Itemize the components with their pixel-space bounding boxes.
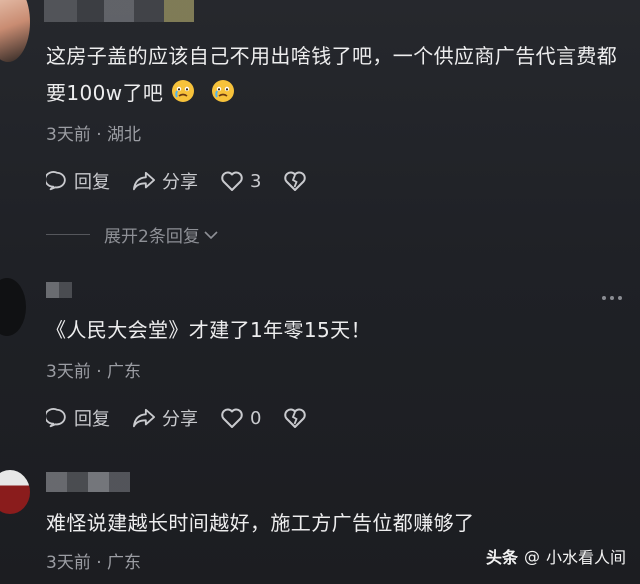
chevron-down-icon [204, 230, 218, 239]
comment-text: 这房子盖的应该自己不用出啥钱了吧，一个供应商广告代言费都要100w了吧 [46, 38, 622, 112]
expand-replies-button[interactable]: 展开2条回复 [46, 222, 219, 247]
reply-label: 回复 [74, 172, 110, 193]
comment-actions: 回复 分享 0 [46, 405, 335, 431]
share-icon [133, 408, 155, 428]
comment-text: 《人民大会堂》才建了1年零15天！ [46, 312, 622, 349]
reply-icon [46, 171, 66, 191]
broken-heart-icon [284, 408, 307, 428]
username-blurred[interactable] [44, 0, 194, 22]
expand-replies-label: 展开2条回复 [104, 227, 200, 247]
crying-face-icon [171, 78, 195, 102]
comment-actions: 回复 分享 3 [46, 168, 335, 194]
watermark-brand: 头条 [485, 548, 518, 567]
comment-text: 难怪说建越长时间越好，施工方广告位都赚够了 [46, 505, 622, 542]
reply-button[interactable]: 回复 [46, 168, 110, 194]
watermark: 头条 @ 小水看人间 [486, 544, 626, 568]
comment-meta: 3天前 · 广东 [46, 362, 142, 382]
like-button[interactable]: 0 [220, 407, 261, 429]
avatar[interactable] [0, 470, 30, 514]
like-button[interactable]: 3 [220, 170, 261, 192]
dislike-button[interactable] [283, 407, 313, 429]
comment-body: 这房子盖的应该自己不用出啥钱了吧，一个供应商广告代言费都要100w了吧 [46, 44, 618, 105]
watermark-account: 小水看人间 [545, 548, 626, 567]
comment-location: 湖北 [107, 125, 142, 145]
comment-location: 广东 [107, 362, 142, 382]
broken-heart-icon [284, 171, 307, 191]
more-options-button[interactable] [602, 296, 622, 300]
share-label: 分享 [162, 172, 198, 193]
share-button[interactable]: 分享 [132, 168, 198, 194]
comment-body: 难怪说建越长时间越好，施工方广告位都赚够了 [46, 511, 475, 535]
share-button[interactable]: 分享 [132, 405, 198, 431]
comment-meta: 3天前 · 广东 [46, 553, 142, 573]
like-count: 3 [250, 170, 262, 192]
username-blurred[interactable] [46, 472, 130, 492]
comment-time: 3天前 [46, 553, 91, 573]
comment-location: 广东 [107, 553, 142, 573]
divider [46, 234, 90, 235]
comment-meta: 3天前 · 湖北 [46, 125, 142, 145]
avatar[interactable] [0, 0, 30, 62]
comment-time: 3天前 [46, 125, 91, 145]
like-count: 0 [250, 407, 262, 429]
at-icon: @ [523, 546, 540, 566]
avatar[interactable] [0, 278, 26, 336]
comment-time: 3天前 [46, 362, 91, 382]
reply-label: 回复 [74, 409, 110, 430]
share-label: 分享 [162, 409, 198, 430]
share-icon [133, 171, 155, 191]
reply-button[interactable]: 回复 [46, 405, 110, 431]
reply-icon [46, 408, 66, 428]
heart-icon [221, 171, 243, 191]
crying-face-icon [211, 78, 235, 102]
dislike-button[interactable] [283, 170, 313, 192]
comment-body: 《人民大会堂》才建了1年零15天！ [46, 318, 371, 342]
heart-icon [221, 408, 243, 428]
username-blurred[interactable] [46, 282, 72, 298]
